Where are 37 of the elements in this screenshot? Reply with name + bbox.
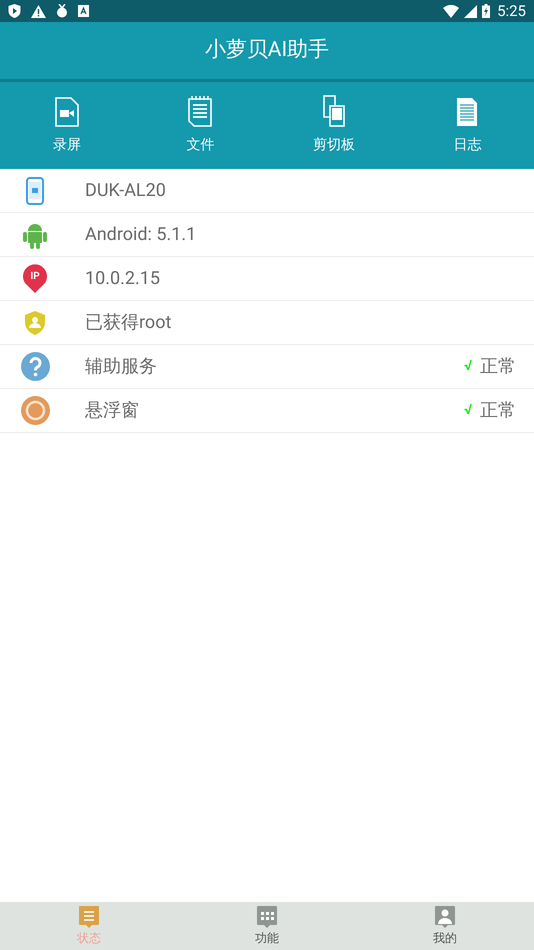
ring-icon	[20, 396, 50, 425]
check-mark: √	[464, 401, 472, 420]
nav-tab[interactable]: 我的	[356, 902, 534, 950]
status-text: 正常	[480, 399, 516, 423]
check-mark: √	[464, 357, 472, 376]
wifi-icon	[443, 4, 460, 18]
info-text: 辅助服务	[85, 355, 157, 379]
nav-tab[interactable]: 功能	[178, 902, 356, 950]
info-text: 10.0.2.15	[85, 267, 160, 291]
clock-time: 5:25	[497, 0, 526, 22]
location-pin-icon: IP	[22, 264, 48, 294]
radish-icon	[56, 4, 68, 18]
info-text: 悬浮窗	[85, 399, 139, 423]
info-text: 已获得root	[85, 311, 172, 335]
user-icon	[434, 905, 456, 929]
toolbar-button[interactable]: 文件	[134, 82, 267, 169]
battery-icon	[482, 4, 490, 18]
info-text: DUK-AL20	[85, 179, 166, 203]
grid-icon	[256, 905, 278, 929]
warning-icon	[31, 4, 46, 18]
font-icon	[78, 5, 89, 17]
shield-icon	[8, 4, 21, 18]
toolbar-button[interactable]: 剪切板	[267, 82, 400, 169]
list-icon	[78, 905, 100, 929]
clipboard-icon	[322, 95, 345, 127]
toolbar-button[interactable]: 录屏	[0, 82, 134, 169]
status-text: 正常	[480, 355, 516, 379]
phone-icon	[26, 176, 44, 204]
info-text: Android: 5.1.1	[85, 223, 196, 247]
app-title: 小萝贝AI助手	[204, 36, 330, 64]
signal-icon	[464, 4, 478, 18]
document-icon	[456, 97, 478, 127]
shield-user-icon	[24, 310, 46, 336]
video-file-icon	[54, 97, 79, 127]
question-icon	[20, 352, 50, 381]
notepad-icon	[188, 95, 212, 127]
toolbar-button[interactable]: 日志	[400, 82, 534, 169]
